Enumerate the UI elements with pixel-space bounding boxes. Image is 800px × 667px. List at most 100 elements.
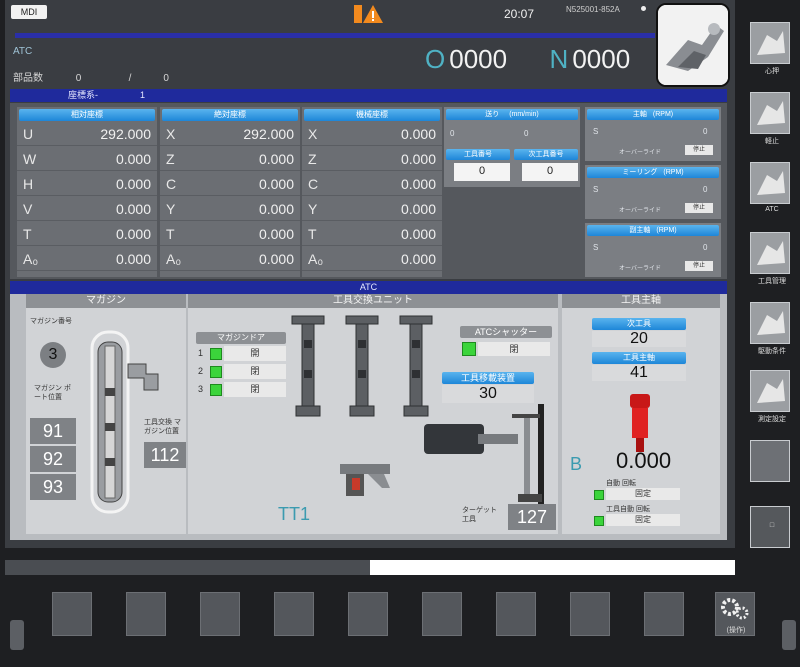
spindle-status: 停止 (685, 261, 713, 271)
o-label: O (425, 44, 446, 74)
spindle-s-value: 0 (703, 185, 708, 194)
sidebar-button[interactable] (750, 440, 790, 482)
function-key[interactable] (348, 592, 388, 636)
clamp-2-label: 工具自動 回転 (606, 506, 650, 513)
door-indicator[interactable] (210, 384, 222, 396)
magazine-number-label: マガジン番号 (30, 318, 72, 325)
spindle-override-label: オーバーライド (619, 150, 661, 156)
spindle-status: 停止 (685, 203, 713, 213)
door-indicator[interactable] (210, 348, 222, 360)
axis-value: 0.000 (258, 151, 294, 167)
next-tool-number-value: 0 (522, 163, 578, 181)
sidebar-button[interactable] (750, 162, 790, 204)
tool-spindle-title: 工具主軸 (562, 294, 720, 308)
left-scroll-handle[interactable] (10, 620, 24, 650)
axis-label: H (23, 176, 34, 192)
door-state: 閉 (224, 364, 286, 379)
machine-serial: N525001-852A (566, 5, 620, 14)
tool-spindle-label: 工具主軸 (592, 352, 686, 364)
axis-label: T (308, 226, 317, 242)
door-number: 2 (198, 366, 204, 376)
axis-value: 0.000 (400, 226, 436, 242)
axis-label: X (166, 126, 176, 142)
input-bar[interactable] (370, 560, 735, 575)
function-key[interactable] (52, 592, 92, 636)
axis-value: 0.000 (400, 201, 436, 217)
relative-coord-title: 相対座標 (19, 109, 155, 121)
axis-value: 0.000 (400, 176, 436, 192)
axis-value: 292.000 (243, 126, 294, 142)
clamp-1-indicator[interactable] (594, 490, 604, 500)
machine-icon (751, 303, 789, 343)
machine-icon (751, 23, 789, 63)
axis-label: Z (166, 151, 175, 167)
machine-coord-title: 機械座標 (304, 109, 440, 121)
spindle-override-label: オーバーライド (619, 208, 661, 214)
clamp-2-indicator[interactable] (594, 516, 604, 526)
clamp-1-state: 固定 (606, 488, 680, 500)
feed-title: 送り (mm/min) (446, 109, 578, 120)
magazine-slot: 93 (30, 474, 76, 500)
function-key[interactable] (644, 592, 684, 636)
axis-label: C (166, 176, 177, 192)
clamp-2-state: 固定 (606, 514, 680, 526)
parts-count-sep: / (128, 73, 132, 84)
target-tool-label: ターゲット 工具 (462, 507, 497, 523)
function-key[interactable] (496, 592, 536, 636)
axis-label: Y (308, 201, 318, 217)
function-key[interactable] (274, 592, 314, 636)
relative-coord-row: W 0.000 (17, 146, 157, 171)
gear-icon (721, 598, 749, 620)
function-key[interactable] (570, 592, 610, 636)
sidebar-button[interactable] (750, 232, 790, 274)
spindle-panel: ミーリング (RPM) S 0 オーバーライド 停止 (585, 165, 721, 219)
b-axis-value: 0.000 (616, 448, 672, 473)
sidebar-button[interactable] (750, 370, 790, 412)
spindle-title: ミーリング (RPM) (587, 167, 719, 178)
door-number: 3 (198, 384, 204, 394)
function-key[interactable] (200, 592, 240, 636)
tool-transfer-value: 30 (442, 385, 534, 403)
b-axis-label: B (570, 454, 583, 474)
axis-value: 0.000 (115, 176, 151, 192)
magazine-slot: 91 (30, 418, 76, 444)
machine-coord-row: X 0.000 (302, 121, 442, 146)
settings-button[interactable]: (操作) (715, 592, 755, 636)
settings-label: (操作) (726, 627, 746, 634)
axis-label: T (23, 226, 32, 242)
feed-title-text: 送り (485, 111, 500, 118)
absolute-coord-row: X 292.000 (160, 121, 300, 146)
door-state: 開 (224, 346, 286, 361)
right-sidebar: 心押 軽止 ATC 工具管理 駆動条件 測定設定 □ (744, 0, 800, 590)
magazine-number-value: 3 (40, 342, 66, 368)
target-tool-value: 127 (508, 504, 556, 530)
axis-value: 292.000 (100, 126, 151, 142)
function-key[interactable] (126, 592, 166, 636)
axis-value: 0.000 (400, 251, 436, 267)
machine-icon (751, 163, 789, 203)
axis-value: 0.000 (115, 226, 151, 242)
sidebar-button[interactable] (750, 22, 790, 64)
gripper-icon (340, 464, 390, 496)
feed-unit: (mm/min) (509, 111, 539, 118)
spindle-s-label: S (593, 243, 599, 252)
atc-shutter-indicator[interactable] (462, 342, 476, 356)
tool-number-title: 工具番号 (446, 149, 510, 160)
axis-label: T (166, 226, 175, 242)
relative-coord-panel: 相対座標 U 292.000 W 0.000 H 0.000 V 0.000 T 0.000 A₀ 0… (17, 107, 157, 277)
atc-shutter-state: 閉 (478, 342, 550, 356)
atc-area: マガジン マガジン番号 3 マガジン ポート位置 91 92 93 工具交換 マガジ… (10, 294, 727, 540)
right-scroll-handle[interactable] (782, 620, 796, 650)
spindle-panel: 副主軸 (RPM) S 0 オーバーライド 停止 (585, 223, 721, 277)
tool-spindle-section: 次工具 20 工具主軸 41 B 0.000 自動 回転 固定 工具自動 回転 … (562, 308, 720, 534)
axis-value: 0.000 (258, 226, 294, 242)
tool-number-value: 0 (454, 163, 510, 181)
clock: 20:07 (504, 7, 535, 21)
door-indicator[interactable] (210, 366, 222, 378)
sidebar-button[interactable] (750, 92, 790, 134)
tool-change-position-value: 112 (144, 442, 186, 468)
axis-value: 0.000 (115, 251, 151, 267)
tool-spindle-value: 41 (592, 365, 686, 381)
sidebar-button[interactable] (750, 302, 790, 344)
function-key[interactable] (422, 592, 462, 636)
